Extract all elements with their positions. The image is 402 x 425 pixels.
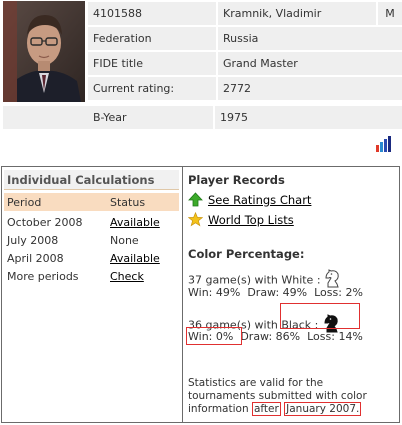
- period-cell: July 2008: [7, 233, 59, 247]
- ratings-chart-link[interactable]: See Ratings Chart: [208, 193, 311, 207]
- records-title: Player Records: [188, 173, 285, 187]
- fide-id: 4101588: [88, 2, 216, 25]
- byear-value: 1975: [215, 106, 402, 129]
- green-up-arrow-icon: [188, 192, 203, 207]
- table-row: October 2008 Available: [4, 213, 179, 231]
- period-cell: More periods: [7, 269, 79, 283]
- player-sex: M: [378, 2, 402, 25]
- black-highlight-box: [280, 303, 360, 329]
- white-draw: Draw: 49%: [247, 286, 308, 299]
- status-link[interactable]: Available: [110, 252, 179, 265]
- calculations-title: Individual Calculations: [4, 170, 179, 190]
- period-cell: October 2008: [7, 215, 83, 229]
- white-win: Win: 49%: [188, 286, 241, 299]
- white-loss: Loss: 2%: [314, 286, 363, 299]
- info-row-byear: B-Year 1975: [3, 106, 402, 129]
- statistics-note: Statistics are valid for the tournaments…: [188, 377, 393, 416]
- info-row-id: 4101588 Kramnik, Vladimir M: [88, 2, 402, 25]
- table-row: More periods Check: [4, 267, 179, 285]
- info-row-title: FIDE title Grand Master: [88, 52, 402, 75]
- info-row-rating: Current rating: 2772: [88, 77, 402, 100]
- ratings-chart-link-row[interactable]: See Ratings Chart: [188, 192, 311, 207]
- individual-calculations-panel: Individual Calculations Period Status Oc…: [1, 166, 183, 423]
- player-photo: [3, 1, 85, 102]
- black-loss: Loss: 14%: [307, 330, 363, 343]
- status-column-header: Status: [110, 195, 146, 209]
- table-row: July 2008 None: [4, 231, 179, 249]
- table-row: April 2008 Available: [4, 249, 179, 267]
- player-records-panel: Player Records See Ratings Chart World T…: [182, 166, 400, 423]
- note-date: January 2007.: [284, 402, 362, 416]
- rating-label: Current rating:: [88, 77, 216, 100]
- info-row-federation: Federation Russia: [88, 27, 402, 50]
- federation-label: Federation: [88, 27, 216, 50]
- fide-title-label: FIDE title: [88, 52, 216, 75]
- rating-value: 2772: [218, 77, 402, 100]
- period-column-header: Period: [7, 195, 42, 209]
- federation-value: Russia: [218, 27, 402, 50]
- byear-label: B-Year: [3, 106, 213, 129]
- black-draw: Draw: 86%: [240, 330, 301, 343]
- white-stats-line: Win: 49% Draw: 49% Loss: 2%: [188, 286, 363, 299]
- status-cell: None: [110, 233, 139, 247]
- gold-star-icon: [187, 211, 204, 227]
- color-percentage-title: Color Percentage:: [188, 247, 305, 261]
- black-win-highlight-box: [186, 327, 242, 345]
- white-games-text: 37 game(s) with White :: [188, 273, 321, 287]
- bar-chart-icon[interactable]: [375, 135, 393, 153]
- status-link[interactable]: Available: [110, 216, 179, 229]
- world-top-lists-link[interactable]: World Top Lists: [208, 213, 294, 227]
- calculations-header: Period Status: [4, 193, 179, 211]
- fide-title-value: Grand Master: [218, 52, 402, 75]
- player-name: Kramnik, Vladimir: [218, 2, 376, 25]
- world-top-link-row[interactable]: World Top Lists: [187, 211, 294, 227]
- period-cell: April 2008: [7, 251, 64, 265]
- note-after: after: [251, 402, 281, 416]
- check-link[interactable]: Check: [110, 270, 179, 283]
